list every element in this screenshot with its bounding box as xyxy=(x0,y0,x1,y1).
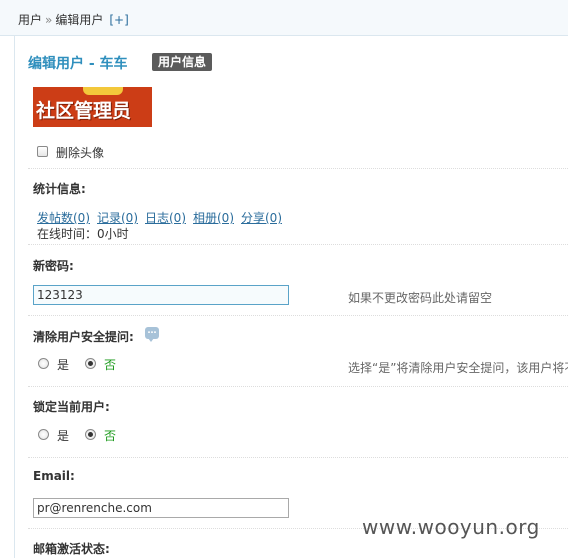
email-status-label: 邮箱激活状态: xyxy=(33,542,110,556)
stat-link-posts[interactable]: 发帖数(0) xyxy=(37,211,90,225)
stat-link-shares[interactable]: 分享(0) xyxy=(241,211,282,225)
divider xyxy=(28,244,568,245)
page-title: 编辑用户 - 车车 xyxy=(28,56,128,72)
avatar-decoration xyxy=(83,87,123,95)
new-password-label: 新密码: xyxy=(33,259,74,273)
divider xyxy=(28,315,568,316)
clear-security-yes-label: 是 xyxy=(57,358,70,372)
divider xyxy=(28,386,568,387)
email-input[interactable] xyxy=(33,498,289,518)
online-time: 在线时间：0小时 xyxy=(37,227,129,241)
avatar: 社区管理员 xyxy=(33,87,152,127)
lock-user-yes-label: 是 xyxy=(57,429,70,443)
breadcrumb-separator: » xyxy=(45,13,53,27)
content-border xyxy=(14,36,15,558)
stats-title: 统计信息: xyxy=(33,182,86,196)
avatar-text: 社区管理员 xyxy=(36,100,132,122)
breadcrumb-users[interactable]: 用户 xyxy=(18,13,42,27)
clear-security-no-label: 否 xyxy=(104,358,117,372)
lock-user-yes-radio[interactable] xyxy=(38,429,49,440)
add-shortcut-button[interactable]: [+] xyxy=(109,13,128,27)
clear-security-label: 清除用户安全提问: xyxy=(33,330,134,344)
email-label: Email: xyxy=(33,469,75,483)
lock-user-label: 锁定当前用户: xyxy=(33,400,110,414)
user-info-badge: 用户信息 xyxy=(152,53,213,71)
clear-security-hint: 选择“是”将清除用户安全提问，该用户将不 xyxy=(348,361,568,375)
stat-link-blogs[interactable]: 日志(0) xyxy=(145,211,186,225)
stats-links: 发帖数(0) 记录(0) 日志(0) 相册(0) 分享(0) xyxy=(37,209,289,226)
stat-link-records[interactable]: 记录(0) xyxy=(97,211,138,225)
divider xyxy=(28,457,568,458)
lock-user-no-label: 否 xyxy=(104,429,117,443)
clear-security-yes-radio[interactable] xyxy=(38,358,49,369)
divider xyxy=(28,168,568,169)
delete-avatar-checkbox[interactable] xyxy=(37,146,48,157)
new-password-input[interactable] xyxy=(33,285,289,305)
password-hint: 如果不更改密码此处请留空 xyxy=(348,291,493,305)
watermark: www.wooyun.org xyxy=(362,515,540,539)
help-icon[interactable]: … xyxy=(145,326,159,342)
clear-security-no-radio[interactable] xyxy=(85,358,96,369)
breadcrumb: 用户» 编辑用户 [+] xyxy=(18,11,129,28)
breadcrumb-current: 编辑用户 xyxy=(55,13,104,27)
lock-user-no-radio[interactable] xyxy=(85,429,96,440)
stat-link-albums[interactable]: 相册(0) xyxy=(193,211,234,225)
top-bar: 用户» 编辑用户 [+] xyxy=(0,0,568,36)
delete-avatar-label: 删除头像 xyxy=(56,146,105,160)
